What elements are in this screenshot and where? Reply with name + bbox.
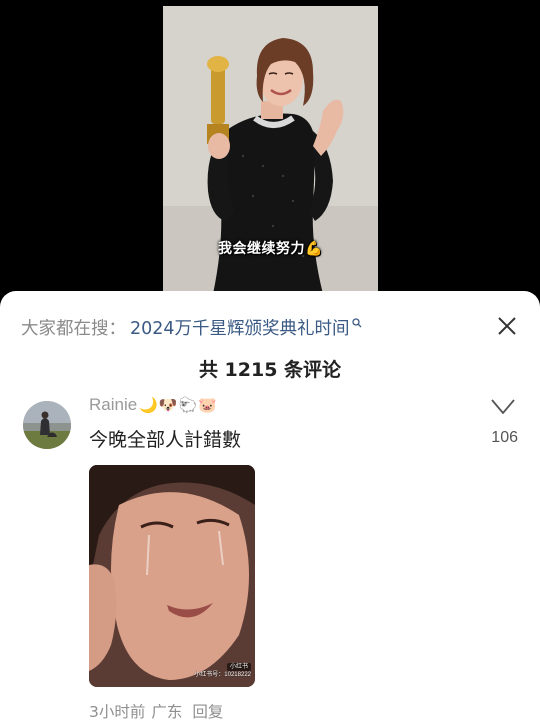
like-button[interactable]	[488, 397, 518, 421]
username-text: Rainie	[89, 395, 138, 414]
search-icon	[351, 312, 362, 333]
comment-location: 广东	[151, 703, 183, 721]
comment-time: 3小时前	[89, 703, 146, 721]
comment-image[interactable]: 小红书 小红书号：10218222	[89, 465, 255, 687]
reply-button[interactable]: 回复	[192, 700, 223, 721]
comment-item[interactable]: Rainie 🌙🐶🐑🐷 今晚全部人計錯數 106 小红书 小红书号：102182…	[0, 391, 540, 721]
comment-text: 今晚全部人計錯數	[89, 429, 242, 451]
username-emojis: 🌙🐶🐑🐷	[139, 397, 218, 414]
video-caption-text: 我会继续努力	[218, 241, 306, 257]
image-watermark: 小红书 小红书号：10218222	[194, 663, 251, 679]
comment-count-title: 共 1215 条评论	[198, 359, 342, 381]
watermark-id: 小红书号：10218222	[194, 672, 251, 678]
search-suggestion-prefix: 大家都在搜：	[21, 318, 126, 339]
avatar[interactable]	[23, 401, 71, 449]
comment-sheet: 大家都在搜： 2024万千星辉颁奖典礼时间 共 1215 条评论 Rainie …	[0, 291, 540, 721]
comment-username[interactable]: Rainie 🌙🐶🐑🐷	[89, 395, 218, 415]
video-player[interactable]: 我会继续努力💪	[0, 0, 540, 300]
video-caption: 我会继续努力💪	[163, 238, 378, 258]
search-suggestion[interactable]: 大家都在搜： 2024万千星辉颁奖典礼时间	[21, 315, 362, 339]
like-count: 106	[491, 429, 518, 446]
flexed-arm-emoji: 💪	[305, 241, 323, 257]
search-suggestion-link[interactable]: 2024万千星辉颁奖典礼时间	[130, 315, 350, 340]
crying-woman-image	[89, 465, 255, 687]
heart-outline-icon	[491, 399, 515, 414]
video-frame[interactable]: 我会继续努力💪	[163, 6, 378, 294]
comment-meta: 3小时前 广东 回复	[89, 700, 223, 721]
watermark-badge: 小红书	[226, 663, 251, 671]
close-icon	[498, 317, 516, 335]
close-button[interactable]	[492, 311, 522, 341]
